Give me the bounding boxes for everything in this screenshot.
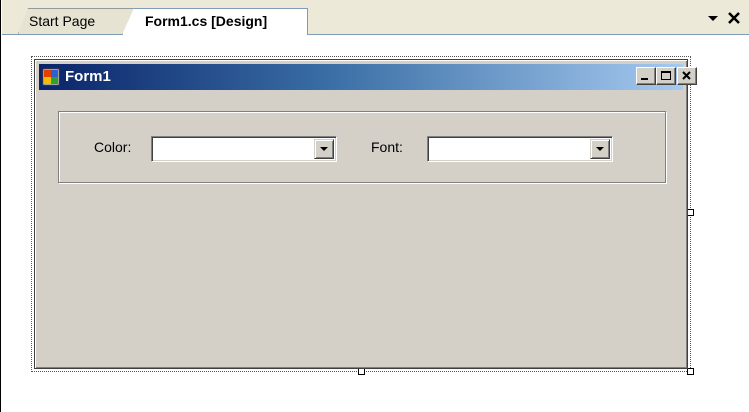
close-icon[interactable]	[725, 9, 743, 27]
tab-start-page[interactable]: Start Page	[18, 8, 141, 34]
color-label: Color:	[94, 139, 132, 155]
color-dropdown-button[interactable]	[314, 139, 334, 159]
chevron-down-icon	[596, 147, 604, 151]
maximize-button[interactable]	[656, 67, 676, 85]
tab-form1-design-label: Form1.cs [Design]	[145, 13, 268, 29]
font-combobox[interactable]	[427, 136, 613, 162]
form-title-bar[interactable]: Form1	[39, 64, 697, 90]
resize-handle-bottom[interactable]	[358, 368, 365, 375]
font-dropdown-button[interactable]	[590, 139, 610, 159]
tab-start-page-label: Start Page	[29, 13, 96, 29]
close-button[interactable]	[677, 67, 697, 85]
form1-window[interactable]: Form1 Color: Font:	[34, 59, 697, 369]
resize-handle-right[interactable]	[687, 209, 694, 216]
document-tab-strip: Start Page Form1.cs [Design]	[2, 0, 749, 35]
tab-form1-design[interactable]: Form1.cs [Design]	[122, 8, 308, 35]
designer-document-window: Start Page Form1.cs [Design] Form1 Color…	[0, 0, 749, 412]
resize-handle-bottom-right[interactable]	[687, 368, 694, 375]
triangle-down-icon[interactable]	[704, 9, 722, 27]
form-app-icon	[42, 68, 60, 86]
settings-groupbox: Color: Font:	[58, 111, 666, 183]
font-label: Font:	[371, 139, 403, 155]
color-combobox[interactable]	[151, 136, 337, 162]
form-title: Form1	[65, 68, 111, 85]
chevron-down-icon	[320, 147, 328, 151]
minimize-button[interactable]	[636, 67, 656, 85]
